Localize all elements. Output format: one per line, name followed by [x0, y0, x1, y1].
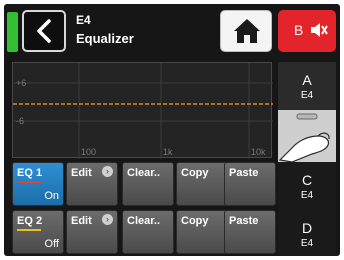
eq-graph-canvas — [13, 63, 273, 159]
channel-tab-c-letter: C — [301, 172, 313, 188]
channel-tab-d[interactable]: D E4 — [278, 210, 336, 256]
eq2-clear-label: Clear.. — [127, 215, 161, 227]
channel-tab-a-name: E4 — [300, 90, 314, 101]
eq1-clear-button[interactable]: Clear.. — [122, 162, 174, 206]
home-button[interactable] — [220, 10, 272, 52]
eq1-color-marker — [17, 181, 41, 183]
channel-tab-c-name: E4 — [300, 190, 314, 201]
eq2-paste-button[interactable]: Paste — [224, 210, 276, 254]
chevron-right-icon: › — [102, 166, 113, 177]
eq2-edit-button[interactable]: Edit › — [66, 210, 118, 254]
mute-button[interactable]: B — [278, 10, 336, 52]
x-tick-100: 100 — [81, 147, 97, 157]
eq-response-graph[interactable]: +6 -6 100 1k 10k — [12, 62, 273, 159]
channel-swipe-area[interactable] — [278, 110, 336, 162]
home-icon — [234, 19, 260, 43]
y-tick-minus6: -6 — [16, 116, 25, 126]
back-chevron-icon — [37, 19, 51, 43]
channel-title: E4 — [76, 13, 91, 27]
eq1-state: On — [44, 190, 59, 202]
eq1-clear-label: Clear.. — [127, 167, 161, 179]
eq2-copy-button[interactable]: Copy — [176, 210, 228, 254]
speaker-muted-icon — [311, 23, 328, 37]
eq1-paste-button[interactable]: Paste — [224, 162, 276, 206]
eq1-edit-label: Edit — [71, 167, 92, 179]
channel-tab-d-letter: D — [301, 220, 313, 236]
eq1-toggle-button[interactable]: EQ 1 On — [12, 162, 64, 206]
x-tick-10k: 10k — [251, 147, 266, 157]
eq2-label: EQ 2 — [17, 215, 43, 227]
hand-pointer-icon — [278, 113, 330, 162]
eq2-toggle-button[interactable]: EQ 2 Off — [12, 210, 64, 254]
eq1-label: EQ 1 — [17, 167, 43, 179]
eq1-copy-button[interactable]: Copy — [176, 162, 228, 206]
eq2-state: Off — [44, 238, 59, 250]
eq2-edit-label: Edit — [71, 215, 92, 227]
y-tick-plus6: +6 — [16, 78, 27, 88]
eq2-copy-label: Copy — [181, 215, 209, 227]
channel-tab-d-name: E4 — [300, 238, 314, 249]
chevron-right-icon: › — [102, 214, 113, 225]
eq2-color-marker — [17, 229, 41, 231]
page-title: Equalizer — [76, 31, 134, 46]
eq1-copy-label: Copy — [181, 167, 209, 179]
channel-tab-a-letter: A — [302, 72, 312, 88]
app-frame: E4 Equalizer B +6 -6 100 1k 10k EQ 1 On … — [4, 4, 340, 256]
eq1-edit-button[interactable]: Edit › — [66, 162, 118, 206]
status-indicator — [7, 12, 18, 52]
back-button[interactable] — [22, 10, 66, 52]
channel-tab-c[interactable]: C E4 — [278, 162, 336, 211]
x-tick-1k: 1k — [163, 147, 173, 157]
eq2-paste-label: Paste — [229, 215, 259, 227]
eq2-clear-button[interactable]: Clear.. — [122, 210, 174, 254]
eq1-paste-label: Paste — [229, 167, 259, 179]
channel-tab-a[interactable]: A E4 — [278, 62, 336, 111]
mute-channel-label: B — [294, 22, 304, 38]
